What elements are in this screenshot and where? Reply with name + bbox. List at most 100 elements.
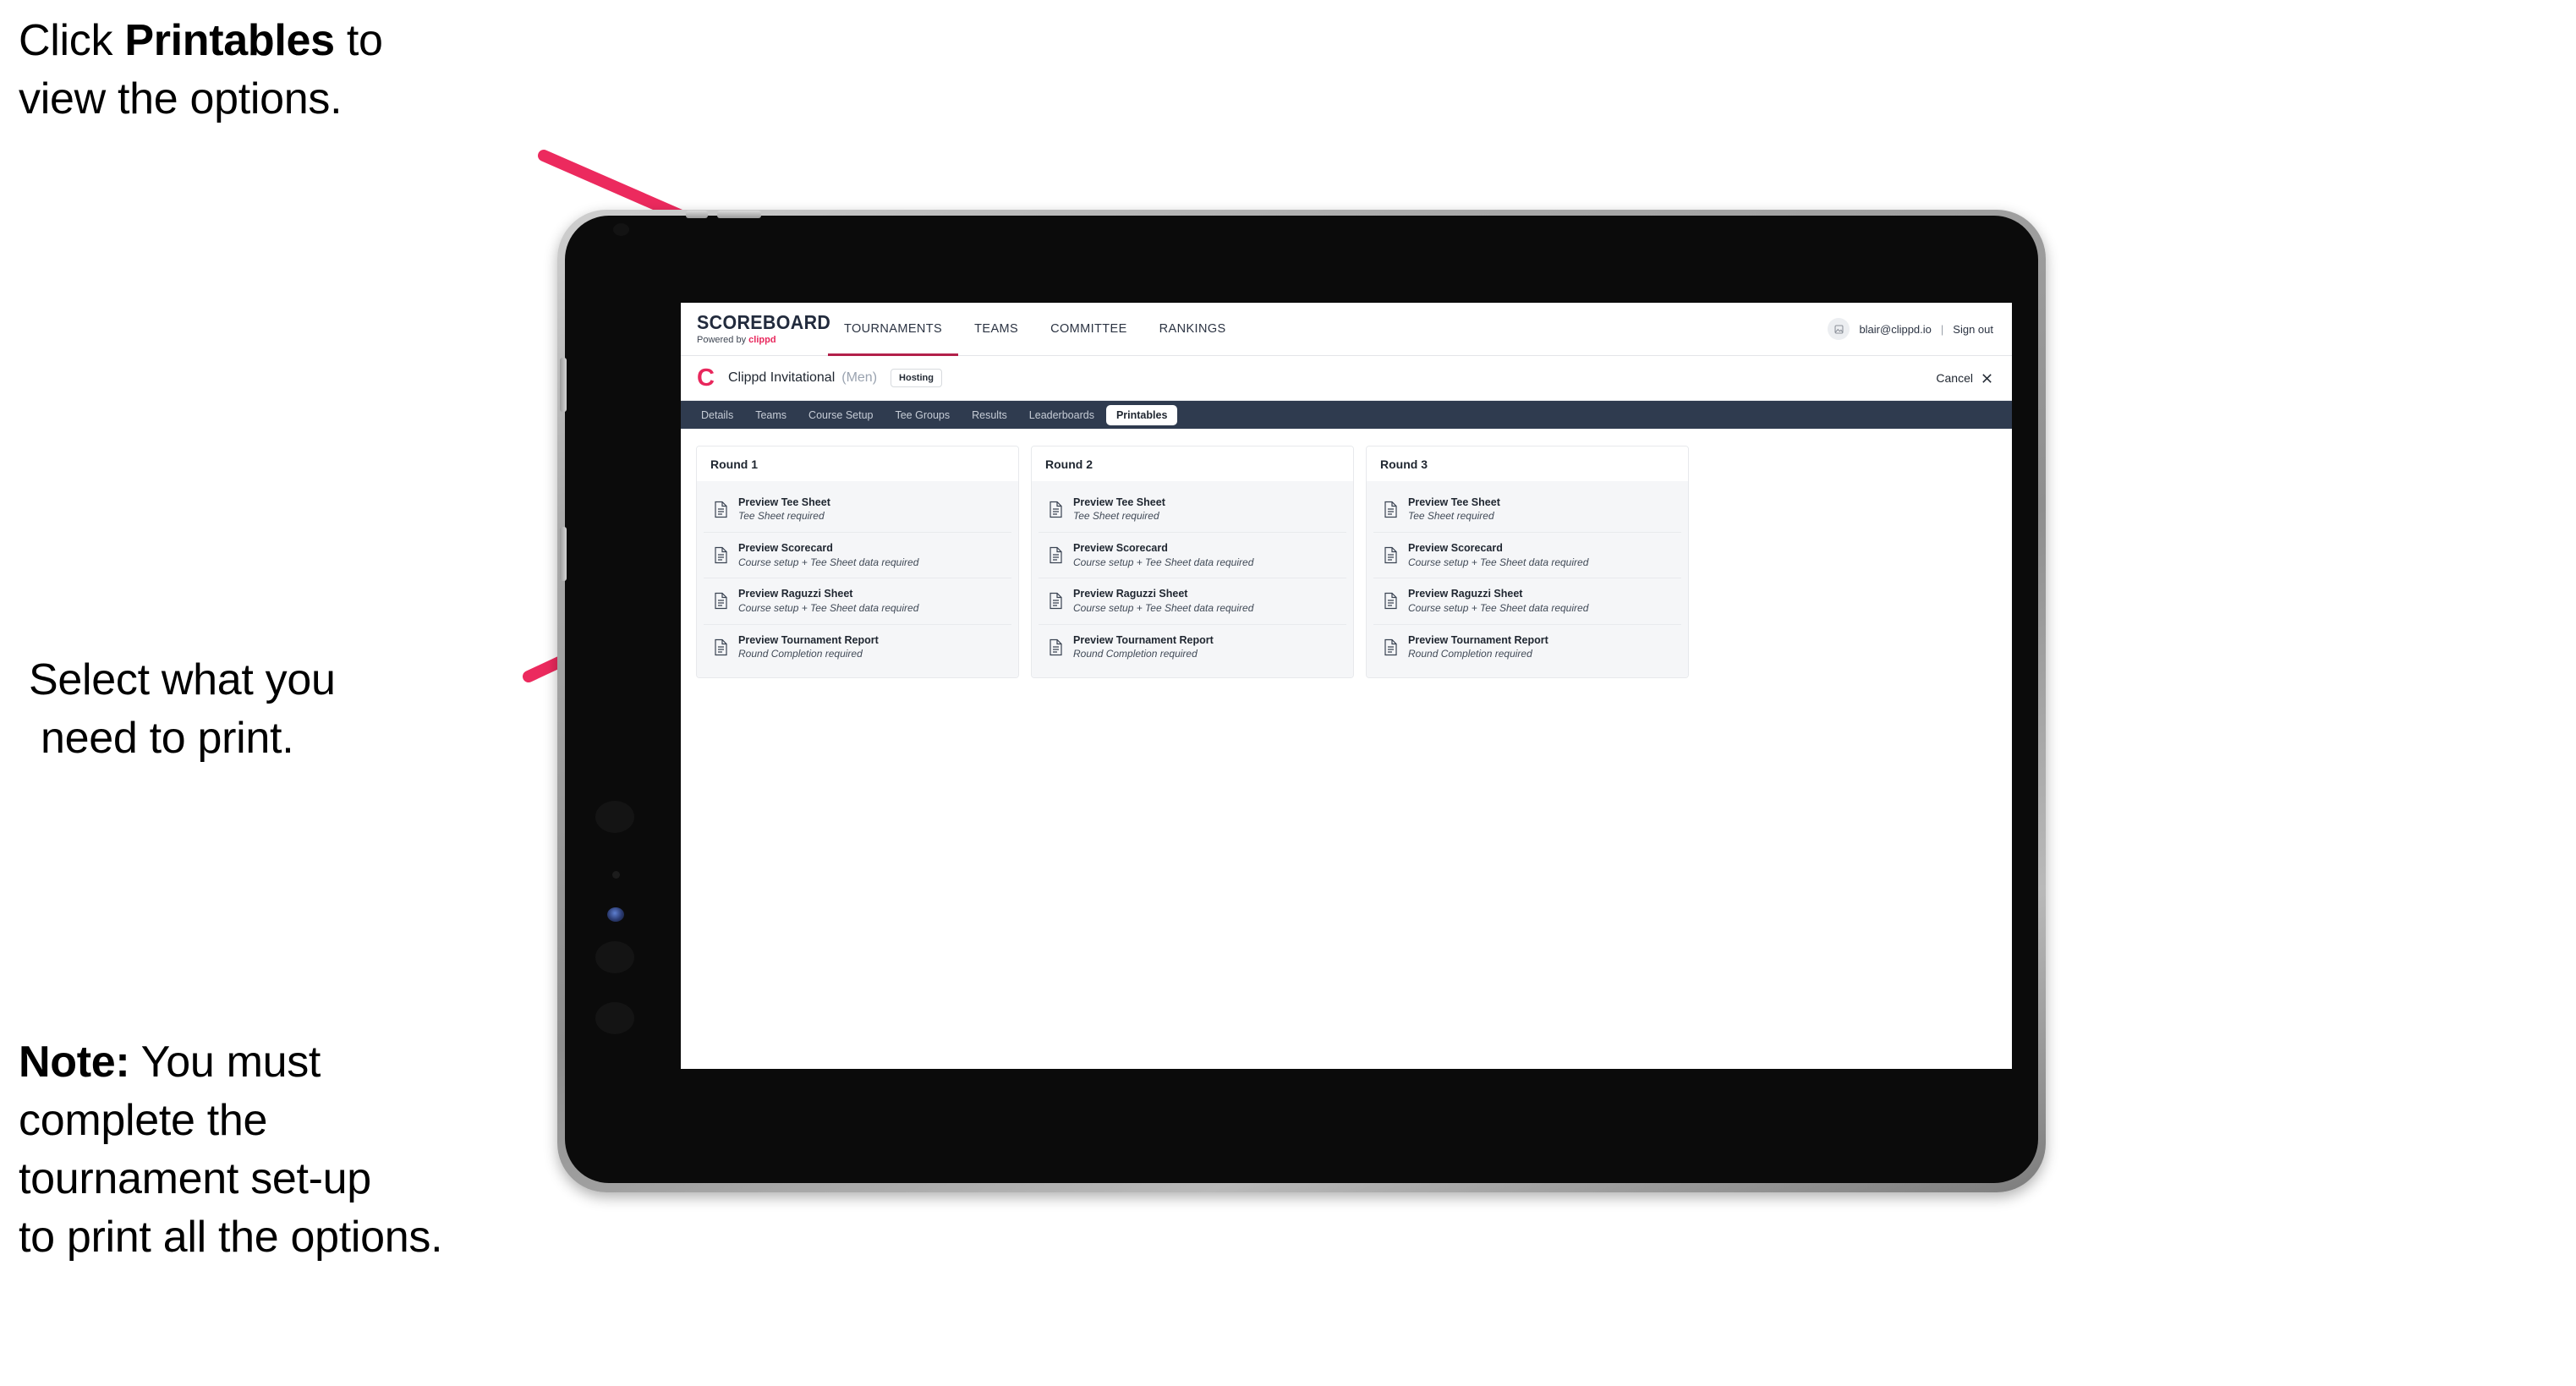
app-top-navbar: SCOREBOARD Powered by clippd TOURNAMENTS… — [681, 303, 2012, 356]
round-item-list: Preview Tee Sheet Tee Sheet required Pre… — [697, 481, 1018, 677]
tab-details[interactable]: Details — [691, 405, 743, 425]
printable-row[interactable]: Preview Tournament Report Round Completi… — [1373, 624, 1681, 670]
annotation-select-print: Select what you need to print. — [29, 651, 553, 768]
tab-course-setup[interactable]: Course Setup — [798, 405, 883, 425]
printable-text: Preview Scorecard Course setup + Tee She… — [738, 542, 918, 568]
printable-text: Preview Scorecard Course setup + Tee She… — [1408, 542, 1588, 568]
app-logo[interactable]: SCOREBOARD Powered by clippd — [681, 303, 831, 355]
printable-text: Preview Raguzzi Sheet Course setup + Tee… — [738, 588, 918, 614]
printables-panel: Round 1 Preview Tee Sheet Tee Sheet requ… — [681, 429, 2012, 695]
printable-requirement: Course setup + Tee Sheet data required — [1408, 601, 1589, 614]
printable-text: Preview Raguzzi Sheet Course setup + Tee… — [1073, 588, 1253, 614]
printable-title: Preview Raguzzi Sheet — [738, 588, 853, 600]
printable-title: Preview Raguzzi Sheet — [1073, 588, 1188, 600]
document-icon — [1384, 593, 1397, 610]
printable-text: Preview Tee Sheet Tee Sheet required — [1408, 496, 1500, 523]
tablet-top-button-small[interactable] — [686, 211, 708, 218]
printable-row[interactable]: Preview Scorecard Course setup + Tee She… — [1039, 533, 1346, 579]
tablet-front-camera-icon — [613, 223, 629, 236]
printable-text: Preview Tournament Report Round Completi… — [1073, 634, 1214, 660]
document-icon — [1384, 547, 1397, 564]
printable-row[interactable]: Preview Tee Sheet Tee Sheet required — [1039, 487, 1346, 534]
printable-row[interactable]: Preview Tournament Report Round Completi… — [1039, 624, 1346, 670]
printable-row[interactable]: Preview Raguzzi Sheet Course setup + Tee… — [1373, 578, 1681, 625]
tagline-brand: clippd — [748, 335, 776, 345]
printable-requirement: Tee Sheet required — [1073, 510, 1159, 523]
tablet-status-led-icon — [607, 907, 624, 922]
printable-requirement: Tee Sheet required — [738, 510, 825, 523]
tablet-top-button-large[interactable] — [717, 211, 761, 218]
tablet-pinhole-mic-icon — [612, 871, 620, 879]
sign-out-link[interactable]: Sign out — [1953, 323, 1993, 336]
app-logo-wordmark: SCOREBOARD — [697, 311, 831, 333]
nav-item-rankings[interactable]: RANKINGS — [1143, 303, 1242, 355]
printable-row[interactable]: Preview Raguzzi Sheet Course setup + Tee… — [1039, 578, 1346, 625]
nav-item-committee[interactable]: COMMITTEE — [1034, 303, 1143, 355]
printable-row[interactable]: Preview Tournament Report Round Completi… — [704, 624, 1011, 670]
document-icon — [715, 593, 727, 610]
nav-item-teams[interactable]: TEAMS — [958, 303, 1034, 355]
document-icon — [1384, 501, 1397, 518]
tab-leaderboards[interactable]: Leaderboards — [1019, 405, 1104, 425]
printable-title: Preview Tee Sheet — [738, 496, 830, 508]
annotation-select-line2: need to print. — [41, 714, 294, 764]
tournament-gender: (Men) — [841, 370, 878, 385]
user-avatar-icon[interactable] — [1828, 318, 1850, 340]
printable-text: Preview Scorecard Course setup + Tee She… — [1073, 542, 1253, 568]
tablet-device-mockup: SCOREBOARD Powered by clippd TOURNAMENTS… — [557, 210, 2046, 1192]
printable-text: Preview Tee Sheet Tee Sheet required — [738, 496, 830, 523]
printable-requirement: Course setup + Tee Sheet data required — [738, 556, 919, 568]
tablet-side-button-lower[interactable] — [560, 527, 567, 581]
tagline-prefix: Powered by — [697, 335, 749, 345]
round-item-list: Preview Tee Sheet Tee Sheet required Pre… — [1367, 481, 1688, 677]
document-icon — [715, 638, 727, 655]
tablet-bezel-button-two[interactable] — [595, 941, 634, 973]
nav-item-tournaments[interactable]: TOURNAMENTS — [828, 303, 959, 356]
close-x-icon — [1982, 373, 1992, 383]
printable-title: Preview Scorecard — [1408, 542, 1503, 555]
printable-row[interactable]: Preview Scorecard Course setup + Tee She… — [704, 533, 1011, 579]
printable-requirement: Round Completion required — [1408, 647, 1532, 660]
printable-title: Preview Raguzzi Sheet — [1408, 588, 1523, 600]
printable-requirement: Round Completion required — [1073, 647, 1198, 660]
round-title: Round 1 — [697, 446, 1018, 481]
round-title: Round 3 — [1367, 446, 1688, 481]
printable-row[interactable]: Preview Scorecard Course setup + Tee She… — [1373, 533, 1681, 579]
printable-text: Preview Tee Sheet Tee Sheet required — [1073, 496, 1165, 523]
cancel-button[interactable]: Cancel — [1936, 371, 1993, 385]
printable-title: Preview Tee Sheet — [1408, 496, 1500, 508]
printable-row[interactable]: Preview Tee Sheet Tee Sheet required — [704, 487, 1011, 534]
cancel-label: Cancel — [1936, 371, 1973, 385]
printable-title: Preview Tournament Report — [1408, 633, 1548, 646]
app-logo-tagline: Powered by clippd — [697, 336, 828, 345]
tab-results[interactable]: Results — [962, 405, 1017, 425]
annotation-click-prefix: Click — [19, 16, 125, 65]
printable-title: Preview Tournament Report — [1073, 633, 1214, 646]
printable-text: Preview Raguzzi Sheet Course setup + Tee… — [1408, 588, 1588, 614]
tab-printables[interactable]: Printables — [1105, 404, 1178, 425]
tablet-side-button-upper[interactable] — [560, 358, 567, 412]
annotation-select-line1: Select what you — [29, 655, 336, 704]
document-icon — [1050, 593, 1062, 610]
primary-nav: TOURNAMENTS TEAMS COMMITTEE RANKINGS — [828, 303, 1242, 356]
tournament-sub-nav: Details Teams Course Setup Tee Groups Re… — [681, 401, 2012, 429]
printable-requirement: Course setup + Tee Sheet data required — [1073, 601, 1254, 614]
printable-requirement: Round Completion required — [738, 647, 863, 660]
printable-text: Preview Tournament Report Round Completi… — [738, 634, 879, 660]
round-card: Round 2 Preview Tee Sheet Tee Sheet requ… — [1031, 446, 1354, 678]
status-badge[interactable]: Hosting — [891, 369, 942, 387]
printable-row[interactable]: Preview Raguzzi Sheet Course setup + Tee… — [704, 578, 1011, 625]
document-icon — [715, 547, 727, 564]
document-icon — [1384, 638, 1397, 655]
tablet-bezel-button-one[interactable] — [595, 801, 634, 833]
round-card: Round 3 Preview Tee Sheet Tee Sheet requ… — [1366, 446, 1689, 678]
tab-tee-groups[interactable]: Tee Groups — [885, 405, 960, 425]
round-card: Round 1 Preview Tee Sheet Tee Sheet requ… — [696, 446, 1019, 678]
tab-teams[interactable]: Teams — [745, 405, 797, 425]
printable-row[interactable]: Preview Tee Sheet Tee Sheet required — [1373, 487, 1681, 534]
tablet-bezel-button-three[interactable] — [595, 1002, 634, 1034]
printable-title: Preview Scorecard — [1073, 542, 1168, 555]
annotation-click-printables: Click Printables to view the options. — [19, 12, 560, 129]
printable-requirement: Course setup + Tee Sheet data required — [738, 601, 919, 614]
printable-title: Preview Tee Sheet — [1073, 496, 1165, 508]
